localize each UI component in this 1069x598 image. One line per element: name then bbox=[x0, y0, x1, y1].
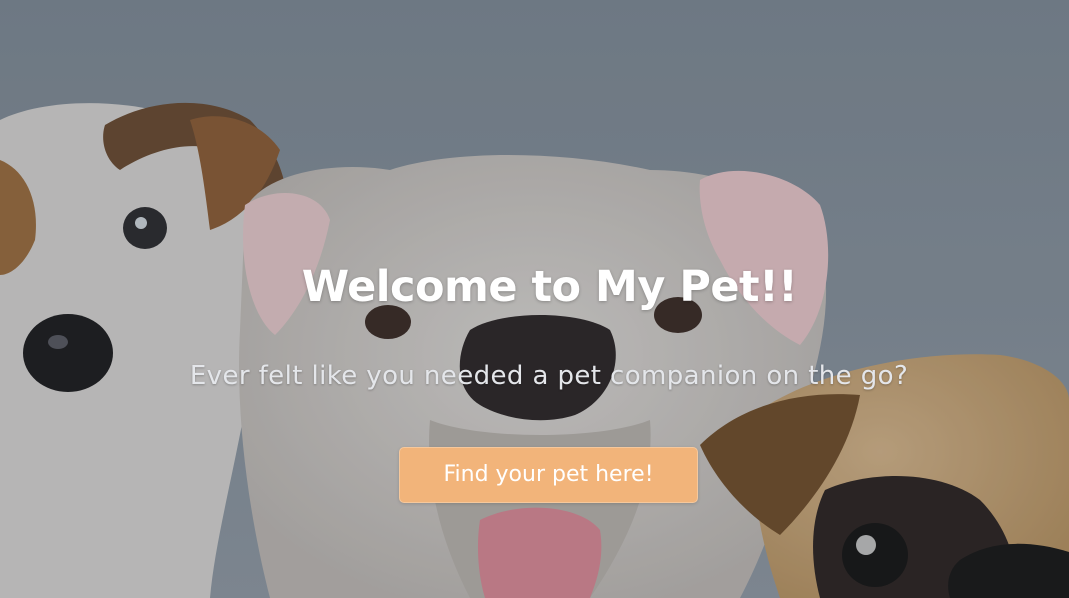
hero-section: Welcome to My Pet!! Ever felt like you n… bbox=[0, 0, 1069, 598]
hero-content: Welcome to My Pet!! Ever felt like you n… bbox=[0, 0, 1069, 598]
find-pet-button[interactable]: Find your pet here! bbox=[399, 447, 698, 503]
hero-subtitle: Ever felt like you needed a pet companio… bbox=[189, 361, 909, 391]
page-title: Welcome to My Pet!! bbox=[301, 262, 798, 312]
